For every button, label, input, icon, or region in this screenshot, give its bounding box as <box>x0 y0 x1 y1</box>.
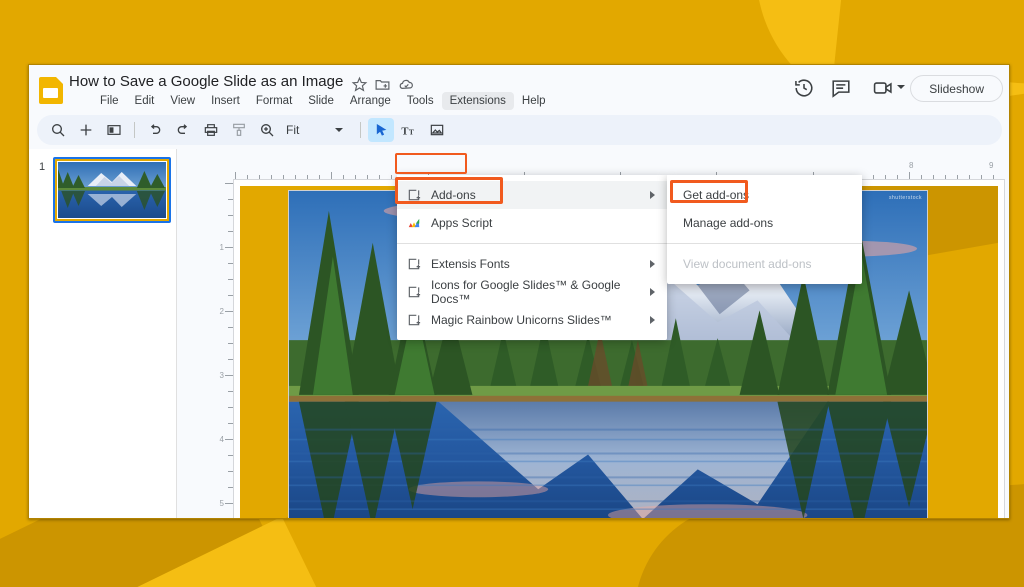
menu-item-label: Add-ons <box>431 188 476 202</box>
submenu-item-view-document-add-ons: View document add-ons <box>667 250 862 278</box>
text-box-icon[interactable]: TT <box>396 118 422 142</box>
menu-bar: FileEditViewInsertFormatSlideArrangeTool… <box>92 92 554 110</box>
menu-tools[interactable]: Tools <box>399 92 442 110</box>
ruler-tick <box>331 172 332 179</box>
slide-thumbnail[interactable] <box>53 157 171 223</box>
ruler-tick <box>235 172 236 179</box>
ruler-tick <box>225 247 233 248</box>
apps-script-icon <box>407 216 421 230</box>
ruler-label: 8 <box>909 161 913 170</box>
slideshow-button[interactable]: Slideshow <box>910 75 1003 102</box>
addon-icon <box>407 188 421 202</box>
menu-divider <box>397 243 667 244</box>
submenu-divider <box>667 243 862 244</box>
slide-filmstrip[interactable]: 1 <box>29 149 177 518</box>
submenu-item-label: View document add-ons <box>683 257 812 271</box>
submenu-item-get-add-ons[interactable]: Get add-ons <box>667 181 862 209</box>
menu-item-extensis-fonts[interactable]: Extensis Fonts <box>397 250 667 278</box>
meet-dropdown-caret[interactable] <box>897 85 905 89</box>
addon-icon <box>407 285 421 299</box>
google-slides-logo <box>39 77 63 104</box>
ruler-label: 2 <box>220 307 224 316</box>
new-slide-icon[interactable] <box>73 118 99 142</box>
submenu-item-manage-add-ons[interactable]: Manage add-ons <box>667 209 862 237</box>
ruler-tick <box>225 503 233 504</box>
comment-icon[interactable] <box>830 77 852 99</box>
saved-to-drive-icon[interactable] <box>398 76 415 93</box>
toolbar: Fit TT <box>37 115 1002 145</box>
menu-item-label: Icons for Google Slides™ & Google Docs™ <box>431 278 641 306</box>
zoom-level-label[interactable]: Fit <box>282 123 303 137</box>
chevron-right-icon <box>650 288 655 296</box>
ruler-label: 3 <box>220 371 224 380</box>
menu-edit[interactable]: Edit <box>127 92 163 110</box>
google-slides-window: How to Save a Google Slide as an Image F… <box>28 64 1010 519</box>
menu-item-add-ons[interactable]: Add-ons <box>397 181 667 209</box>
menu-item-label: Magic Rainbow Unicorns Slides™ <box>431 313 612 327</box>
ruler-label: 9 <box>989 161 993 170</box>
slideshow-button-label: Slideshow <box>929 82 984 96</box>
ruler-tick <box>225 439 233 440</box>
slide-number-label: 1 <box>39 161 45 173</box>
print-icon[interactable] <box>198 118 224 142</box>
layout-icon[interactable] <box>101 118 127 142</box>
slide-thumbnail-image <box>57 161 167 219</box>
addon-icon <box>407 313 421 327</box>
ruler-label: 4 <box>220 435 224 444</box>
chevron-right-icon <box>650 316 655 324</box>
submenu-item-label: Manage add-ons <box>683 216 773 230</box>
chevron-right-icon <box>650 191 655 199</box>
ruler-tick <box>225 311 233 312</box>
insert-image-icon[interactable] <box>424 118 450 142</box>
add-ons-submenu: Get add-ons Manage add-ons View document… <box>667 175 862 284</box>
version-history-icon[interactable] <box>793 77 815 99</box>
submenu-item-label: Get add-ons <box>683 188 749 202</box>
undo-icon[interactable] <box>142 118 168 142</box>
paint-format-icon[interactable] <box>226 118 252 142</box>
page-title[interactable]: How to Save a Google Slide as an Image <box>69 73 343 90</box>
redo-icon[interactable] <box>170 118 196 142</box>
menu-arrange[interactable]: Arrange <box>342 92 399 110</box>
menu-view[interactable]: View <box>162 92 203 110</box>
menu-file[interactable]: File <box>92 92 127 110</box>
vertical-ruler: 1 2 3 4 5 <box>211 149 233 518</box>
menu-insert[interactable]: Insert <box>203 92 248 110</box>
menu-item-magic-rainbow-unicorns[interactable]: Magic Rainbow Unicorns Slides™ <box>397 306 667 334</box>
toolbar-divider <box>134 122 135 138</box>
ruler-tick <box>909 172 910 179</box>
ruler-label: 1 <box>220 243 224 252</box>
svg-text:T: T <box>409 127 414 136</box>
ruler-tick <box>225 183 233 184</box>
menu-slide[interactable]: Slide <box>300 92 342 110</box>
ruler-label: 5 <box>220 499 224 508</box>
menu-item-apps-script[interactable]: Apps Script <box>397 209 667 237</box>
meet-camera-icon[interactable] <box>872 77 894 99</box>
chevron-down-icon[interactable] <box>335 128 343 132</box>
select-cursor-icon[interactable] <box>368 118 394 142</box>
menu-extensions[interactable]: Extensions <box>442 92 514 110</box>
move-to-folder-icon[interactable] <box>374 76 391 93</box>
menu-format[interactable]: Format <box>248 92 300 110</box>
zoom-icon[interactable] <box>254 118 280 142</box>
thumbnail-photo <box>58 162 166 218</box>
app-header: How to Save a Google Slide as an Image F… <box>29 65 1009 113</box>
menu-item-icons-for-google-slides[interactable]: Icons for Google Slides™ & Google Docs™ <box>397 278 667 306</box>
menu-item-label: Extensis Fonts <box>431 257 510 271</box>
menu-help[interactable]: Help <box>514 92 554 110</box>
addon-icon <box>407 257 421 271</box>
chevron-right-icon <box>650 260 655 268</box>
toolbar-divider-2 <box>360 122 361 138</box>
photo-watermark: shutterstock <box>889 195 922 201</box>
menu-item-label: Apps Script <box>431 216 492 230</box>
star-icon[interactable] <box>351 76 368 93</box>
extensions-dropdown-menu: Add-ons Apps Script Extensis Fonts <box>397 175 667 340</box>
ruler-tick <box>225 375 233 376</box>
search-icon[interactable] <box>45 118 71 142</box>
svg-text:T: T <box>401 126 408 137</box>
